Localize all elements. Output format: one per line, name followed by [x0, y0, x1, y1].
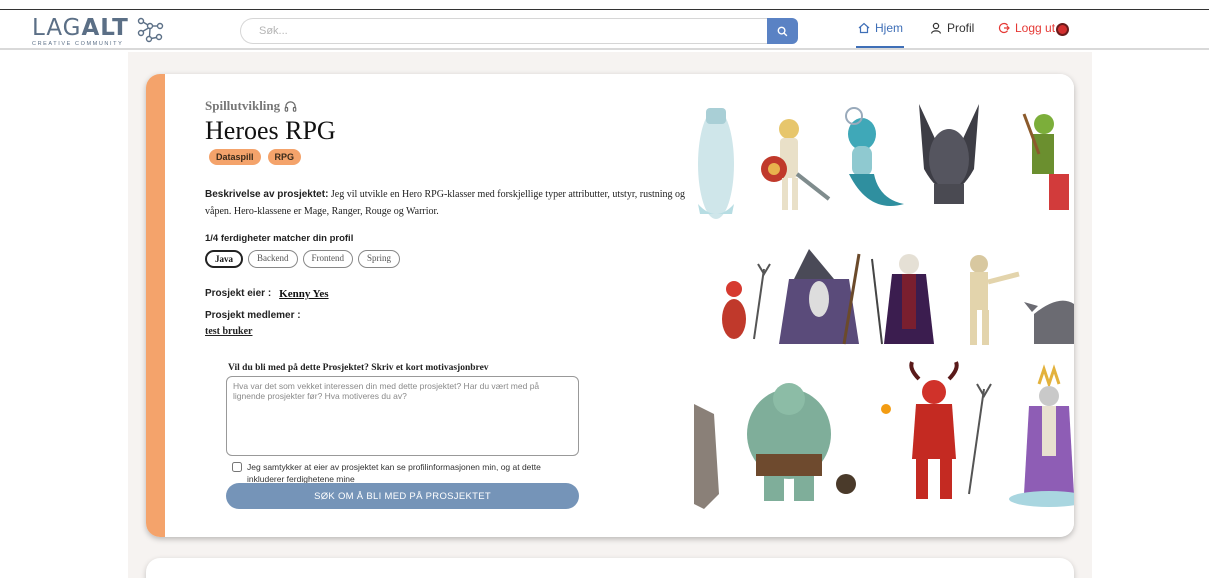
- project-description: Beskrivelse av prosjektet: Jeg vil utvik…: [205, 186, 690, 220]
- consent-text: Jeg samtykker at eier av prosjektet kan …: [247, 462, 541, 484]
- project-category-label: Spillutvikling: [205, 98, 281, 113]
- skill-chip-backend: Backend: [248, 250, 298, 268]
- nav-home-label: Hjem: [875, 21, 904, 35]
- search-button[interactable]: [767, 18, 798, 44]
- nav-logout-label: Logg ut: [1015, 21, 1056, 35]
- project-card: Spillutvikling Heroes RPG Dataspill RPG …: [146, 74, 1074, 537]
- owner-label: Prosjekt eier :: [205, 288, 272, 299]
- motivation-textarea[interactable]: [226, 376, 579, 456]
- gargoyle-figure: [919, 104, 979, 204]
- skills-list: Java Backend Frontend Spring: [205, 250, 401, 268]
- project-tags: Dataspill RPG: [209, 149, 302, 165]
- application-heading: Vil du bli med på dette Prosjektet? Skri…: [228, 363, 489, 373]
- mummy-figure: [970, 255, 1020, 345]
- goblin-figure: [1022, 113, 1069, 210]
- search-icon: [777, 26, 788, 36]
- member-link[interactable]: test bruker: [205, 326, 253, 337]
- ghost-figure: [698, 108, 734, 219]
- wizard-figure: [779, 249, 861, 345]
- red-devil-small: [722, 263, 771, 340]
- project-illustration: [694, 74, 1074, 537]
- skill-chip-java: Java: [205, 250, 243, 268]
- network-nodes-icon: [137, 17, 164, 43]
- project-owner: Prosjekt eier : Kenny Yes: [205, 288, 329, 300]
- nav-profile[interactable]: Profil: [930, 21, 974, 35]
- tag-chip[interactable]: RPG: [267, 149, 302, 165]
- project-title: Heroes RPG: [205, 116, 336, 145]
- logo-subtitle: CREATIVE COMMUNITY: [32, 41, 124, 47]
- next-project-card: [146, 558, 1074, 578]
- notification-badge[interactable]: [1056, 23, 1069, 36]
- tag-chip[interactable]: Dataspill: [209, 149, 261, 165]
- lich-king-figure: [1009, 364, 1074, 507]
- skills-match-text: 1/4 ferdigheter matcher din profil: [205, 233, 354, 244]
- description-label: Beskrivelse av prosjektet:: [205, 189, 329, 200]
- active-tab-indicator: [856, 46, 904, 48]
- troll-figure: [747, 383, 856, 501]
- logo-wordmark: LAGALT: [32, 15, 129, 41]
- skill-chip-spring: Spring: [358, 250, 401, 268]
- vampire-figure: [871, 254, 934, 345]
- mermaid-figure: [845, 107, 904, 206]
- project-category: Spillutvikling: [205, 98, 297, 114]
- nav-profile-label: Profil: [947, 21, 975, 35]
- headset-icon: [284, 100, 297, 112]
- user-icon: [930, 22, 942, 34]
- nav-logout[interactable]: Logg ut: [998, 21, 1055, 35]
- card-accent-bar: [146, 74, 165, 537]
- lagalt-logo[interactable]: LAGALT CREATIVE COMMUNITY: [32, 15, 172, 49]
- consent-checkbox[interactable]: [232, 462, 242, 472]
- top-navbar: LAGALT CREATIVE COMMUNITY Hjem: [0, 10, 1209, 50]
- owner-name-link[interactable]: Kenny Yes: [279, 288, 328, 300]
- werewolf-figure: [1024, 300, 1074, 344]
- home-icon: [858, 22, 870, 34]
- skill-chip-frontend: Frontend: [302, 250, 353, 268]
- consent-row[interactable]: Jeg samtykker at eier av prosjektet kan …: [232, 461, 572, 485]
- search-input[interactable]: [240, 18, 768, 44]
- rock-golem-figure: [694, 404, 719, 509]
- members-label: Prosjekt medlemer :: [205, 310, 301, 321]
- skeleton-warrior: [761, 119, 831, 210]
- red-demon-figure: [881, 361, 992, 499]
- nav-home[interactable]: Hjem: [858, 21, 903, 35]
- search-bar: [240, 18, 798, 44]
- fantasy-characters-image: [694, 104, 1074, 509]
- logout-icon: [998, 22, 1010, 34]
- apply-button[interactable]: SØK OM Å BLI MED PÅ PROSJEKTET: [226, 483, 579, 509]
